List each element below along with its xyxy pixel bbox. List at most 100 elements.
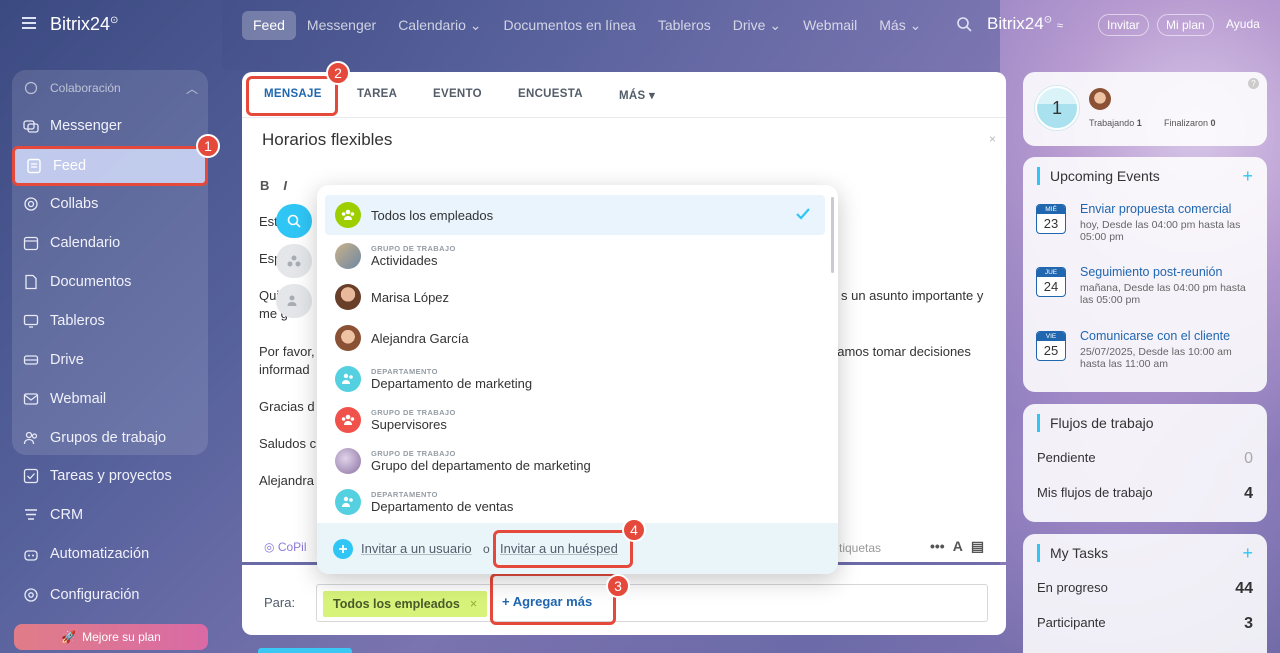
nav-calendar[interactable]: Calendario ⌄ xyxy=(387,11,492,40)
nav-drive[interactable]: Drive ⌄ xyxy=(722,11,792,40)
post-subject[interactable]: Horarios flexibles xyxy=(262,130,392,150)
sidebar-item-settings[interactable]: Configuración xyxy=(12,577,208,613)
sidebar: Colaboración ︿ Messenger Feed Collabs Ca… xyxy=(12,70,208,455)
list-item[interactable]: GRUPO DE TRABAJO Grupo del departamento d… xyxy=(325,441,825,481)
text-format-icon[interactable]: A xyxy=(953,538,963,555)
list-item[interactable]: GRUPO DE TRABAJO Actividades xyxy=(325,236,825,276)
nav-feed[interactable]: Feed xyxy=(242,11,296,40)
menu-icon[interactable] xyxy=(22,17,36,29)
sidebar-item-messenger[interactable]: Messenger xyxy=(12,108,208,144)
item-name: Todos los empleados xyxy=(371,207,494,223)
upgrade-plan-button[interactable]: 🚀 Mejore su plan xyxy=(14,624,208,650)
tags-field[interactable]: tiquetas xyxy=(839,541,881,555)
main-nav: Feed Messenger Calendario ⌄ Documentos e… xyxy=(242,11,932,40)
avatar[interactable] xyxy=(1089,88,1111,110)
help-link[interactable]: Ayuda xyxy=(1226,17,1260,31)
sidebar-item-documents[interactable]: Documentos xyxy=(12,264,208,300)
nav-documents[interactable]: Documentos en línea xyxy=(493,11,647,40)
event-item[interactable]: MIÉ 23 Enviar propuesta comercial hoy, De… xyxy=(1036,202,1256,260)
sidebar-item-crm[interactable]: CRM xyxy=(12,497,208,533)
app-logo[interactable]: Bitrix24⊙ xyxy=(50,14,118,35)
brand-logo[interactable]: Bitrix24⊙ ≈ xyxy=(987,14,1063,34)
more-icon[interactable]: ••• xyxy=(930,538,945,555)
event-title[interactable]: Enviar propuesta comercial xyxy=(1080,202,1231,216)
users-button[interactable] xyxy=(276,284,312,318)
event-item[interactable]: JUE 24 Seguimiento post-reunión mañana, D… xyxy=(1036,265,1256,323)
chevron-up-icon[interactable]: ︿ xyxy=(186,80,198,97)
list-item[interactable]: GRUPO DE TRABAJO Supervisores xyxy=(325,400,825,440)
recipients-field[interactable]: Todos los empleados × xyxy=(316,584,988,622)
editor-tabs: MENSAJE TAREA EVENTO ENCUESTA MÁS ▾ xyxy=(242,72,1006,118)
sidebar-item-drive[interactable]: Drive xyxy=(12,342,208,378)
nav-more[interactable]: Más ⌄ xyxy=(868,11,932,40)
department-icon xyxy=(335,366,361,392)
event-time: hoy, Desde las 04:00 pm hasta las 05:00 … xyxy=(1080,219,1241,243)
list-item[interactable]: Alejandra García xyxy=(325,318,825,358)
event-title[interactable]: Seguimiento post-reunión xyxy=(1080,265,1222,279)
search-icon[interactable] xyxy=(956,16,972,32)
tab-more[interactable]: MÁS ▾ xyxy=(619,88,655,102)
event-item[interactable]: VIE 25 Comunicarse con el cliente 25/07/2… xyxy=(1036,329,1256,387)
crm-icon xyxy=(22,506,40,524)
sidebar-item-calendar[interactable]: Calendario xyxy=(12,225,208,261)
add-task-icon[interactable]: + xyxy=(1242,543,1253,564)
recipient-chip[interactable]: Todos los empleados × xyxy=(323,591,488,617)
calendar-icon: JUE 24 xyxy=(1036,267,1066,297)
bold-icon[interactable]: B xyxy=(260,178,269,193)
send-button[interactable] xyxy=(258,648,352,653)
tab-task[interactable]: TAREA xyxy=(357,88,397,100)
tab-event[interactable]: EVENTO xyxy=(433,88,482,100)
item-caption: GRUPO DE TRABAJO xyxy=(371,408,456,417)
event-time: 25/07/2025, Desde las 10:00 am hasta las… xyxy=(1080,346,1232,370)
sidebar-item-automation[interactable]: Automatización xyxy=(12,536,208,572)
add-event-icon[interactable]: + xyxy=(1242,166,1253,187)
body-text[interactable]: Alejandra xyxy=(259,473,314,488)
scrollbar[interactable] xyxy=(831,197,834,273)
body-text[interactable]: Saludos c xyxy=(259,436,316,451)
body-text[interactable]: s un asunto importante y xyxy=(841,288,983,303)
event-title[interactable]: Comunicarse con el cliente xyxy=(1080,329,1230,343)
workday-counter[interactable]: 1 xyxy=(1035,86,1079,130)
list-item[interactable]: Marisa López xyxy=(325,277,825,317)
invite-user-link[interactable]: Invitar a un usuario xyxy=(361,541,472,556)
sidebar-item-boards[interactable]: Tableros xyxy=(12,303,208,339)
sidebar-item-feed[interactable]: Feed xyxy=(12,146,208,186)
sidebar-item-tasks[interactable]: Tareas y proyectos xyxy=(12,458,208,494)
body-text[interactable]: Por favor, xyxy=(259,344,315,359)
tasks-in-progress-row[interactable]: En progreso 44 xyxy=(1037,580,1253,598)
item-name: Grupo del departamento de marketing xyxy=(371,458,591,473)
my-workflows-row[interactable]: Mis flujos de trabajo 4 xyxy=(1037,485,1253,503)
copilot-button[interactable]: ◎ CoPil xyxy=(264,540,307,554)
workflow-pending-row[interactable]: Pendiente 0 xyxy=(1037,450,1253,468)
copilot-search-button[interactable] xyxy=(276,204,312,238)
list-item[interactable]: DEPARTAMENTO Departamento de ventas xyxy=(325,482,825,522)
nav-boards[interactable]: Tableros xyxy=(647,11,722,40)
search-icon xyxy=(287,214,301,228)
sidebar-item-collabs[interactable]: Collabs xyxy=(12,186,208,222)
workflows-card: Flujos de trabajo Pendiente 0 Mis flujos … xyxy=(1023,404,1267,522)
nav-webmail[interactable]: Webmail xyxy=(792,11,868,40)
body-text[interactable]: damos tomar decisiones xyxy=(830,344,971,359)
body-text[interactable]: Gracias d xyxy=(259,399,315,414)
sidebar-item-workgroups[interactable]: Grupos de trabajo xyxy=(12,420,208,456)
groups-button[interactable] xyxy=(276,244,312,278)
remove-icon[interactable]: × xyxy=(470,597,477,611)
invite-button[interactable]: Invitar xyxy=(1098,14,1149,36)
my-plan-button[interactable]: Mi plan xyxy=(1157,14,1214,36)
panel-icon[interactable]: ▤ xyxy=(971,538,984,555)
chat-icon xyxy=(22,117,40,135)
add-more-button[interactable]: + Agregar más xyxy=(490,573,616,625)
help-icon[interactable]: ? xyxy=(1248,78,1259,89)
plus-icon[interactable] xyxy=(333,539,353,559)
list-item[interactable]: Todos los empleados xyxy=(325,195,825,235)
sidebar-section-header[interactable]: Colaboración ︿ xyxy=(12,70,208,106)
body-text[interactable]: informad xyxy=(259,362,310,377)
body-text[interactable]: Est xyxy=(259,214,278,229)
italic-icon[interactable]: I xyxy=(283,178,287,193)
tasks-participant-row[interactable]: Participante 3 xyxy=(1037,615,1253,633)
nav-messenger[interactable]: Messenger xyxy=(296,11,387,40)
sidebar-item-webmail[interactable]: Webmail xyxy=(12,381,208,417)
list-item[interactable]: DEPARTAMENTO Departamento de marketing xyxy=(325,359,825,399)
tab-poll[interactable]: ENCUESTA xyxy=(518,88,583,100)
close-icon[interactable]: × xyxy=(989,132,996,146)
